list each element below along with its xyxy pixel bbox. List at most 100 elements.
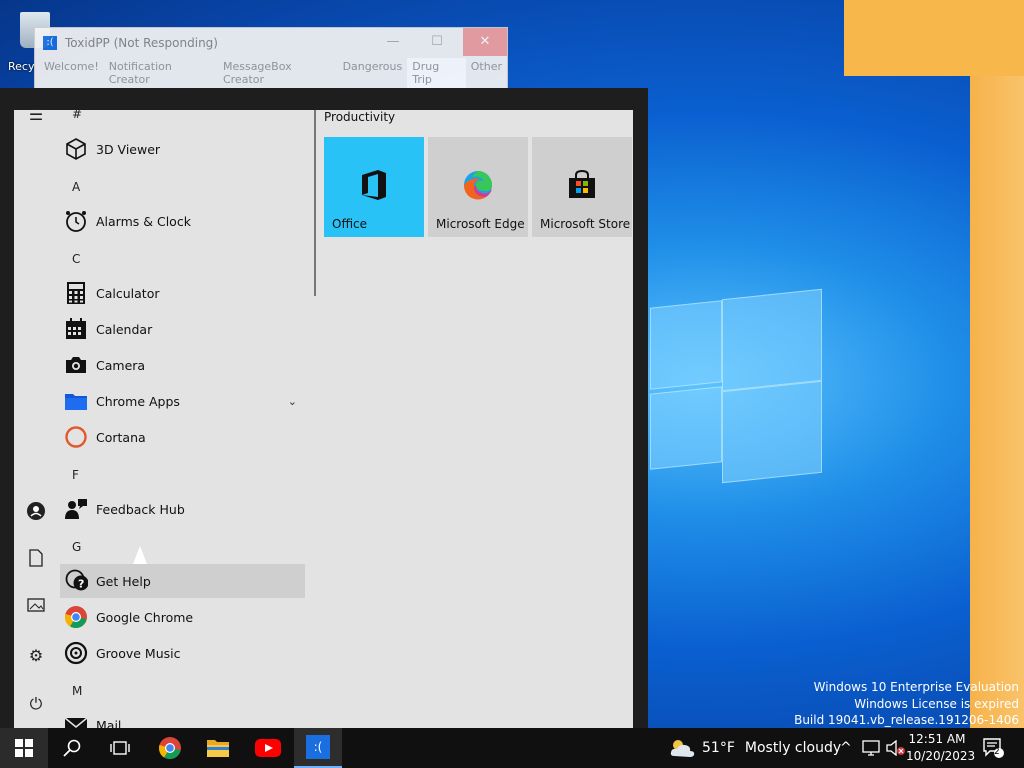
tile-microsoft-edge[interactable]: Microsoft Edge <box>428 137 528 237</box>
app-label: Groove Music <box>96 645 181 661</box>
chevron-down-icon[interactable]: ⌄ <box>288 395 297 408</box>
tab-welcome[interactable]: Welcome! <box>39 58 104 88</box>
chrome-icon <box>64 605 88 629</box>
list-header-g[interactable]: G <box>72 540 81 554</box>
clock-time: 12:51 AM <box>908 732 966 746</box>
task-view-button[interactable] <box>96 728 144 768</box>
notification-icon <box>983 738 1004 758</box>
tile-microsoft-store[interactable]: Microsoft Store <box>532 137 632 237</box>
network-button[interactable] <box>862 728 880 768</box>
app-label: Camera <box>96 357 146 373</box>
taskbar-chrome[interactable] <box>146 728 194 768</box>
search-icon <box>63 739 81 757</box>
maximize-button[interactable]: ☐ <box>415 28 459 56</box>
activation-watermark-line2: Windows License is expired <box>854 697 1019 711</box>
action-center-button[interactable]: 2 <box>982 728 1004 768</box>
background-window-orange-side <box>970 76 1024 728</box>
close-button[interactable]: ✕ <box>463 28 507 56</box>
tab-notification-creator[interactable]: Notification Creator <box>104 58 218 88</box>
hamburger-menu-icon[interactable]: ☰ <box>25 104 47 126</box>
search-button[interactable] <box>48 728 96 768</box>
clock-date: 10/20/2023 <box>906 749 976 763</box>
app-alarms-clock[interactable]: Alarms & Clock <box>60 204 305 238</box>
app-get-help[interactable]: ? Get Help <box>60 564 305 598</box>
volume-button[interactable] <box>886 728 906 768</box>
minimize-button[interactable]: — <box>371 28 415 56</box>
app-google-chrome[interactable]: Google Chrome <box>60 600 305 634</box>
start-button[interactable] <box>0 728 48 768</box>
alarm-clock-icon <box>64 209 88 233</box>
calendar-icon <box>64 317 88 341</box>
cube-icon <box>64 137 88 161</box>
app-chrome-apps-folder[interactable]: Chrome Apps ⌄ <box>60 384 305 418</box>
app-cortana[interactable]: Cortana <box>60 420 305 454</box>
recycle-bin-label: Recy <box>8 60 35 73</box>
tab-messagebox-creator[interactable]: MessageBox Creator <box>218 58 338 88</box>
cloud-sun-icon <box>670 740 695 757</box>
app-3d-viewer[interactable]: 3D Viewer <box>60 132 305 166</box>
feedback-person-icon <box>64 497 88 521</box>
windows-logo-icon <box>15 739 33 757</box>
folder-icon <box>207 740 229 757</box>
chevron-up-icon: ^ <box>840 740 852 756</box>
pictures-icon[interactable] <box>25 597 47 619</box>
app-list: # 3D Viewer A Alarms & Clock C Calculato… <box>60 110 315 728</box>
calculator-icon <box>64 281 88 305</box>
toxidpp-app-icon: :( <box>43 36 57 50</box>
notification-count-badge: 2 <box>994 747 1000 757</box>
taskbar-clock[interactable]: 12:51 AM 10/20/2023 <box>906 731 976 765</box>
help-chat-icon: ? <box>64 569 88 593</box>
settings-gear-icon[interactable]: ⚙ <box>25 645 47 667</box>
list-header-hash[interactable]: # <box>72 110 82 121</box>
tab-other[interactable]: Other <box>466 58 507 88</box>
app-label: Chrome Apps <box>96 393 180 409</box>
list-header-a[interactable]: A <box>72 180 80 194</box>
windows-logo-wallpaper <box>640 288 830 484</box>
app-label: Feedback Hub <box>96 501 185 517</box>
start-menu: ☰ ⚙ ⏻ # 3D Viewer A Alarms & Clock C Cal… <box>0 88 648 728</box>
app-label: Alarms & Clock <box>96 213 191 229</box>
app-label: 3D Viewer <box>96 141 161 157</box>
activation-watermark-line3: Build 19041.vb_release.191206-1406 <box>794 713 1019 727</box>
tile-label: Microsoft Edge <box>436 217 525 231</box>
app-list-scrollbar[interactable] <box>314 110 316 296</box>
svg-text:?: ? <box>78 578 84 591</box>
list-header-c[interactable]: C <box>72 252 80 266</box>
app-calendar[interactable]: Calendar <box>60 312 305 346</box>
speaker-muted-icon <box>886 740 905 756</box>
tiles-area: Productivity Office Microsoft Edge Micro… <box>324 110 634 728</box>
app-mail[interactable]: Mail <box>60 708 305 728</box>
app-groove-music[interactable]: Groove Music <box>60 636 305 670</box>
taskbar-toxidpp[interactable]: :( <box>294 728 342 768</box>
tile-group-title[interactable]: Productivity <box>324 110 395 124</box>
list-header-f[interactable]: F <box>72 468 79 482</box>
power-icon[interactable]: ⏻ <box>25 693 47 715</box>
app-feedback-hub[interactable]: Feedback Hub <box>60 492 305 526</box>
taskbar-youtube[interactable] <box>244 728 292 768</box>
app-label: Get Help <box>96 573 151 589</box>
user-account-icon[interactable] <box>25 501 47 523</box>
tab-drug-trip[interactable]: Drug Trip <box>407 58 466 88</box>
app-camera[interactable]: Camera <box>60 348 305 382</box>
edge-icon <box>462 169 494 201</box>
app-label: Mail <box>96 717 122 729</box>
app-calculator[interactable]: Calculator <box>60 276 305 310</box>
toxidpp-title: ToxidPP (Not Responding) <box>65 36 218 50</box>
taskbar: :( 51°F Mostly cloudy ^ 12:51 AM 10/20/2… <box>0 728 1024 768</box>
tab-dangerous[interactable]: Dangerous <box>338 58 408 88</box>
documents-icon[interactable] <box>25 549 47 571</box>
toxidpp-sad-face-icon: :( <box>306 735 330 759</box>
weather-widget[interactable]: 51°F Mostly cloudy <box>668 728 841 768</box>
mouse-cursor-icon <box>133 546 147 564</box>
network-icon <box>862 740 880 756</box>
tile-office[interactable]: Office <box>324 137 424 237</box>
store-bag-icon <box>566 169 598 201</box>
camera-icon <box>64 353 88 377</box>
folder-icon <box>64 389 88 413</box>
list-header-m[interactable]: M <box>72 684 82 698</box>
show-hidden-icons-button[interactable]: ^ <box>840 728 852 768</box>
tile-label: Office <box>332 217 368 231</box>
taskbar-file-explorer[interactable] <box>194 728 242 768</box>
background-window-orange <box>844 0 1024 76</box>
toxidpp-window[interactable]: :( ToxidPP (Not Responding) — ☐ ✕ Welcom… <box>34 27 508 91</box>
